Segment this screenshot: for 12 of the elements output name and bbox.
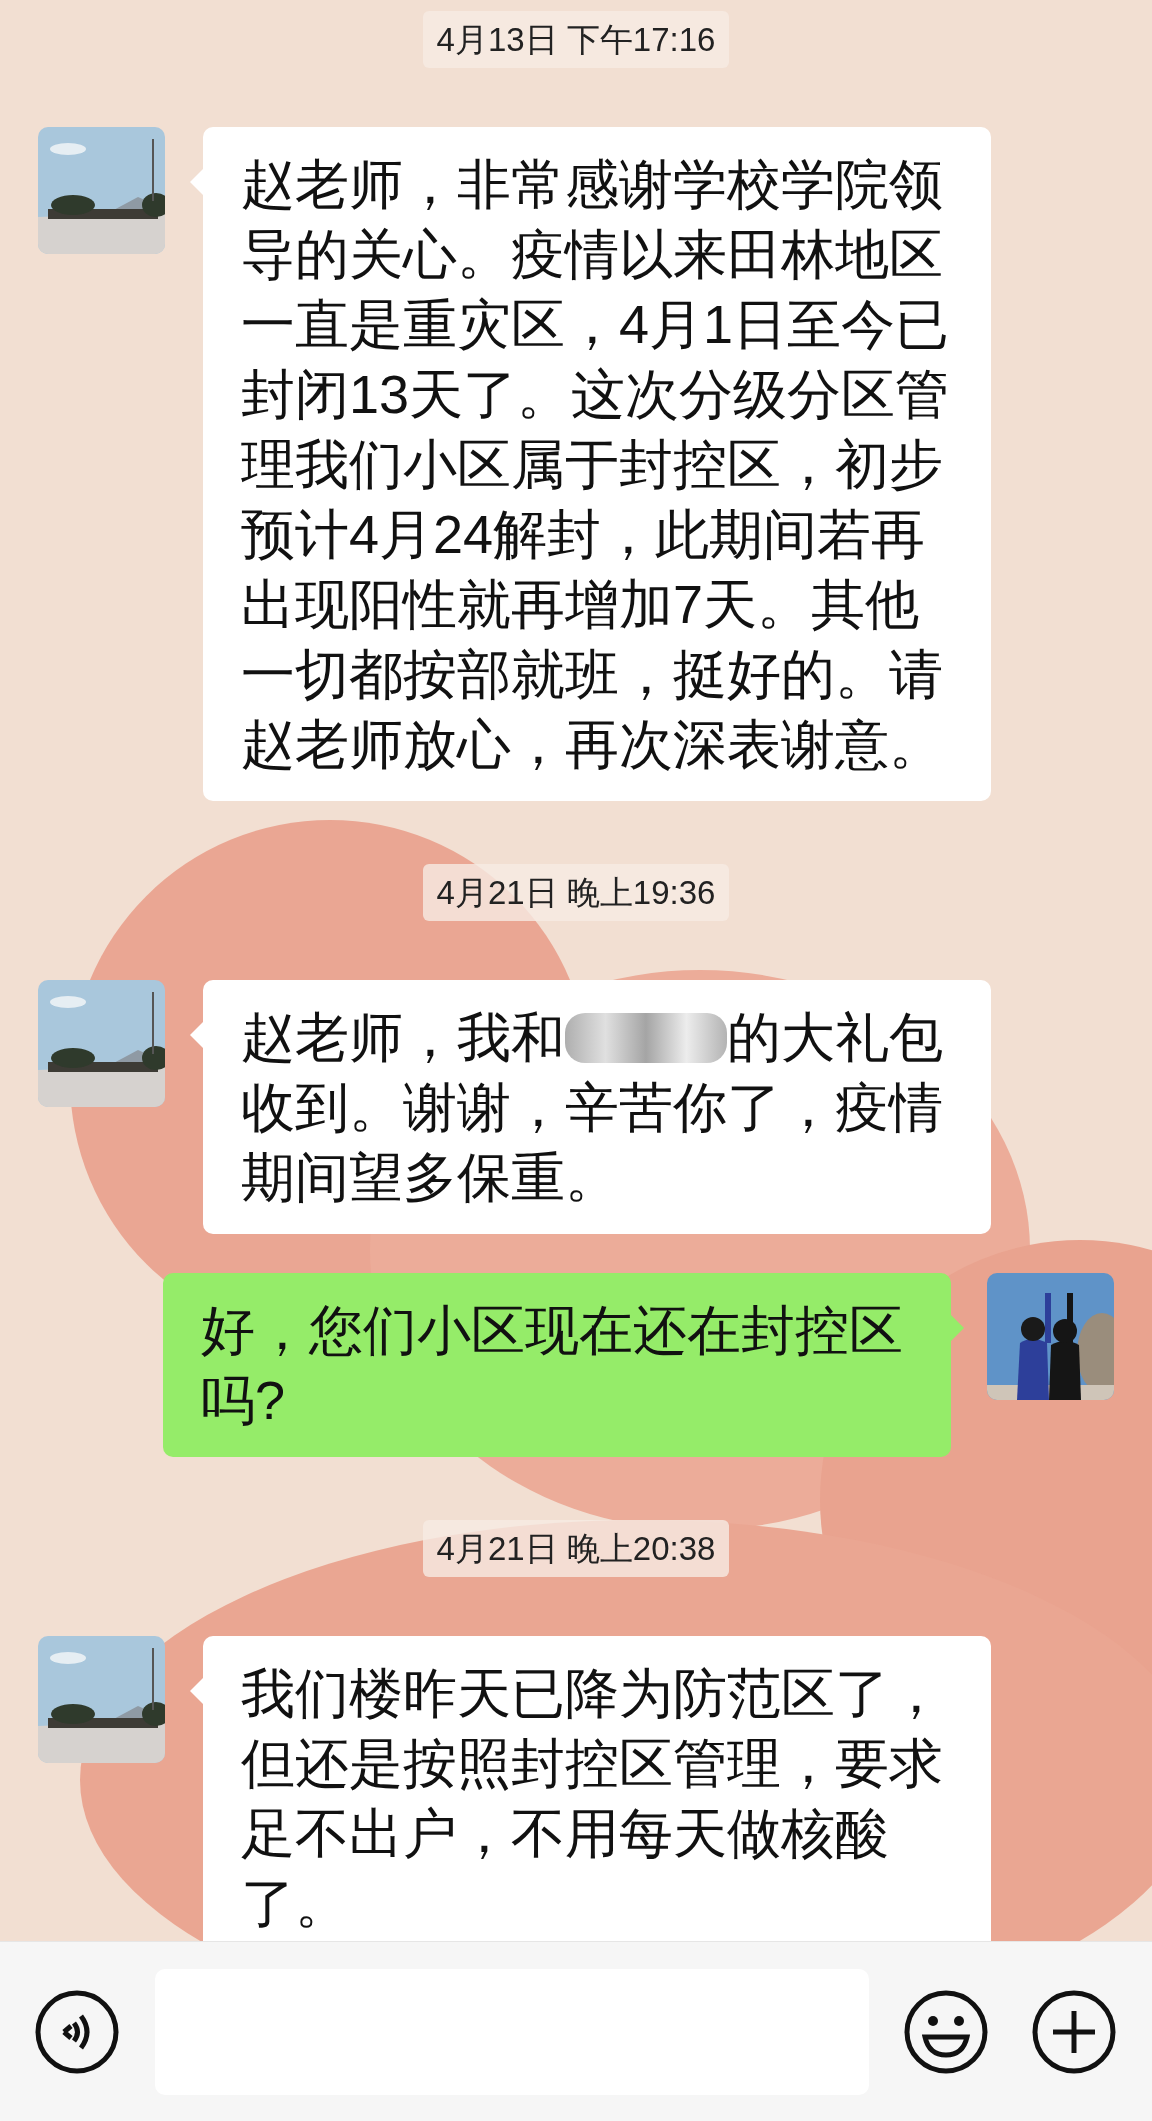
message-text: 收到。谢谢，辛苦你了，疫情期间望多保重。 [241,1076,944,1209]
message-text: 我们楼昨天已降为防范区了，但还是按照封控区管理，要求足不出户，不用每天做核酸了。 [241,1663,943,1933]
timestamp: 4月13日 下午17:16 [422,11,730,68]
message-text: 赵老师，我和 [241,1007,565,1067]
timestamp: 4月21日 晚上20:38 [422,1520,730,1577]
message-text: 赵老师，非常感谢学校学院领导的关心。疫情以来田林地区一直是重灾区，4月1日至今已封闭13天了。这次分级分区管理我们小区属于封控区，初步预计4月24解封，此期间若再出现阳性就再增加7天。其他一切都按部就班，挺好的。请赵老师放心，再次深表谢意。 [241,154,950,774]
add-icon[interactable] [1031,1988,1117,2075]
timestamp: 4月21日 晚上19:36 [422,864,730,921]
message-text: 好，您们小区现在还在封控区吗? [201,1300,903,1430]
voice-icon[interactable] [34,1988,120,2075]
emoji-icon[interactable] [903,1988,989,2075]
message-text: 的大礼包 [727,1007,943,1067]
